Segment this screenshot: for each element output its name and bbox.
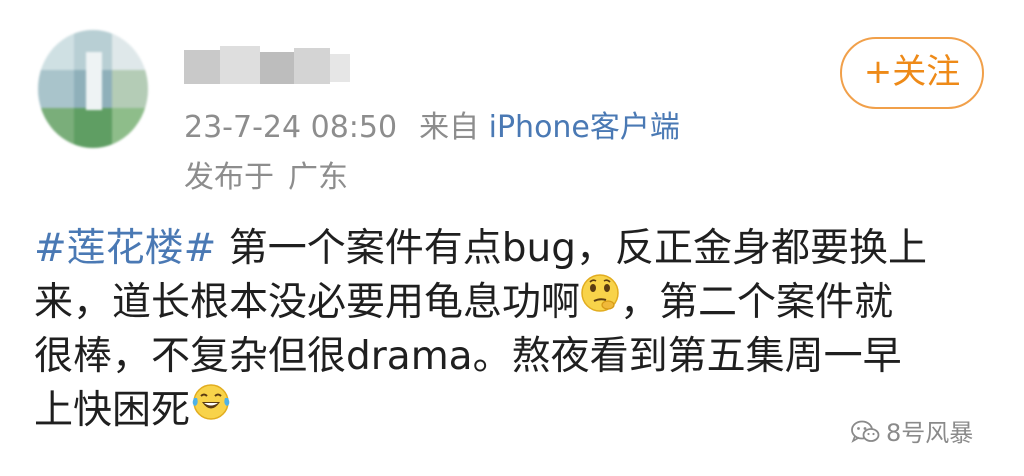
post-text-1: 第一个案件有点bug，反正金身都要换上 <box>216 226 927 271</box>
avatar[interactable] <box>38 30 148 148</box>
location-prefix: 发布于 <box>184 160 274 195</box>
watermark: 8号风暴 <box>850 416 973 450</box>
watermark-text: 8号风暴 <box>886 419 974 447</box>
wechat-icon <box>851 420 880 443</box>
laughing-crying-face-icon <box>190 381 232 436</box>
source-link[interactable]: iPhone客户端 <box>489 110 680 145</box>
thinking-face-icon <box>580 273 620 328</box>
post-text-3: 很棒，不复杂但很drama。熬夜看到第五集周一早 <box>34 334 902 379</box>
post-text-4: 上快困死 <box>34 388 191 433</box>
location-value: 广东 <box>288 160 348 195</box>
post-content: #莲花楼# 第一个案件有点bug，反正金身都要换上 来，道长根本没必要用龟息功啊… <box>34 222 994 438</box>
post-meta: 23-7-24 08:50 来自 iPhone客户端 <box>184 108 680 148</box>
post-text-2-suffix: ，第二个案件就 <box>620 280 894 325</box>
post-line-2: 来，道长根本没必要用龟息功啊 ，第二个案件就 <box>34 273 994 330</box>
username-blurred[interactable] <box>184 42 354 92</box>
hashtag-link[interactable]: #莲花楼# <box>34 226 216 271</box>
follow-button[interactable]: +关注 <box>840 37 984 109</box>
source-prefix: 来自 <box>419 110 480 145</box>
post-line-3: 很棒，不复杂但很drama。熬夜看到第五集周一早 <box>34 330 994 384</box>
post-text-2: 来，道长根本没必要用龟息功啊 <box>34 280 581 325</box>
post-line-1: #莲花楼# 第一个案件有点bug，反正金身都要换上 <box>34 222 994 276</box>
post-timestamp: 23-7-24 08:50 <box>184 110 398 145</box>
post-location: 发布于 广东 <box>184 158 348 198</box>
